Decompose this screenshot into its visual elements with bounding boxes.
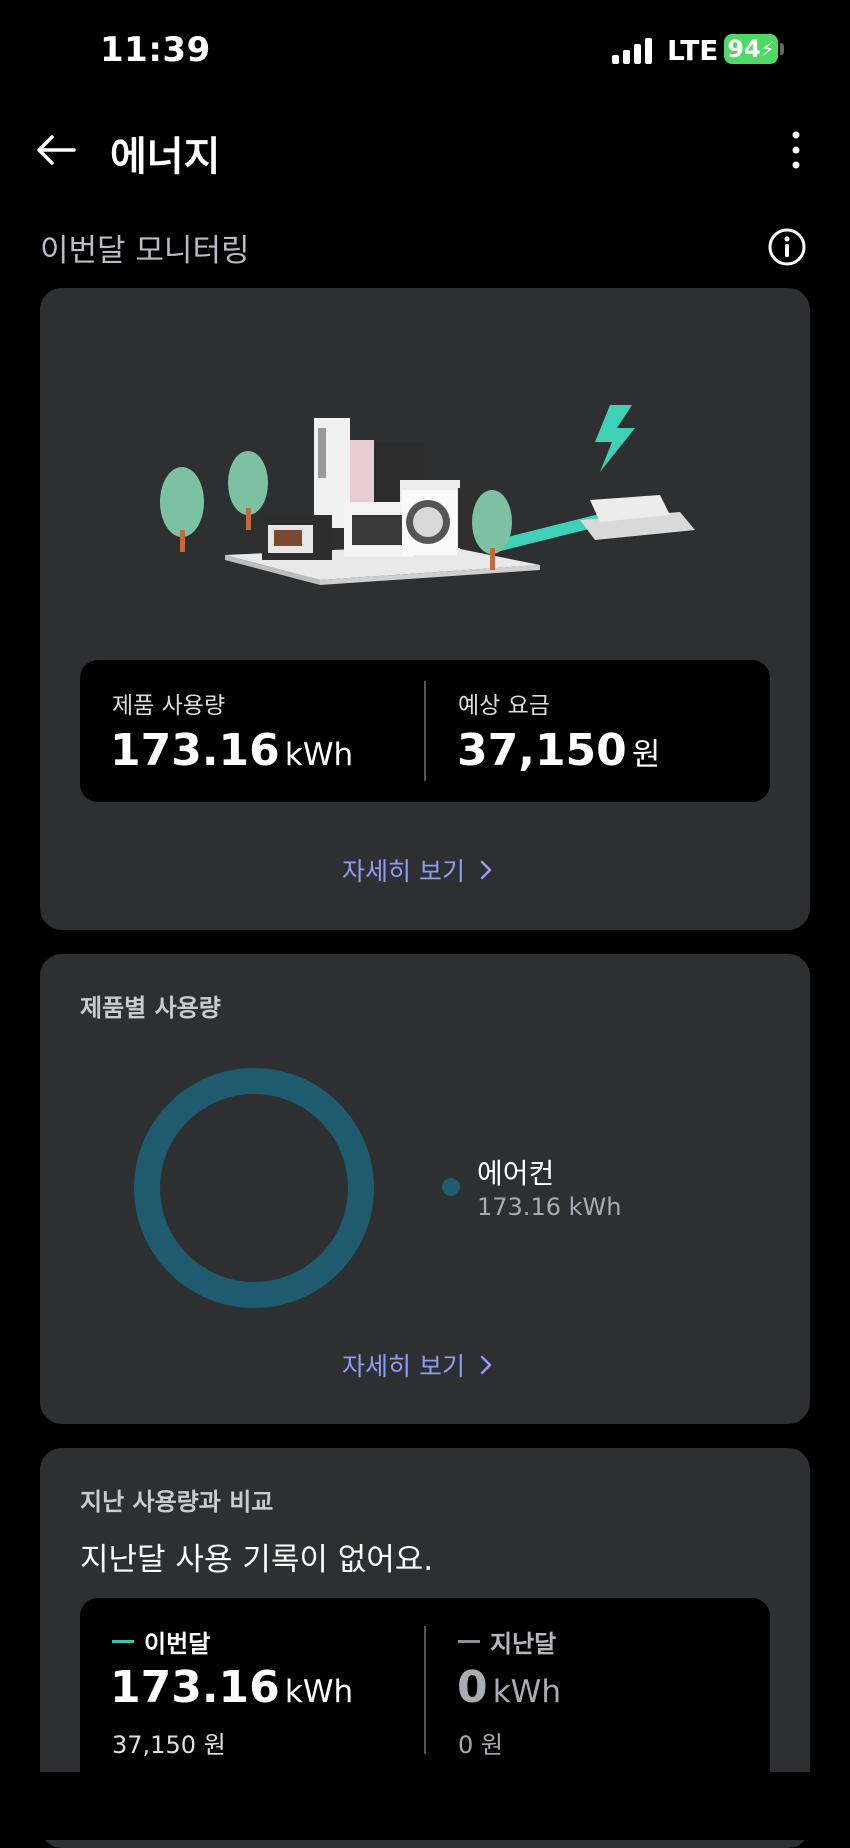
last-month-label: 지난달 xyxy=(490,1630,557,1658)
battery-icon: 94 ⚡ xyxy=(724,34,778,64)
legend-product-value: 173.16 kWh xyxy=(477,1193,622,1221)
status-time: 11:39 xyxy=(100,30,211,70)
product-detail-link[interactable]: 자세히 보기 xyxy=(342,1347,493,1383)
last-month-cost: 0 원 xyxy=(458,1731,503,1759)
last-month-legend: 지난달 xyxy=(458,1624,556,1659)
this-month-label: 이번달 xyxy=(144,1630,211,1658)
legend-color-dot xyxy=(442,1178,460,1196)
legend-product-name: 에어컨 xyxy=(477,1157,555,1190)
last-month-amount: 0 kWh xyxy=(457,1662,561,1713)
cost-value: 37,150 xyxy=(457,725,627,776)
monitoring-section-title: 이번달 모니터링 xyxy=(40,233,250,269)
appliances-illustration xyxy=(160,405,695,585)
info-icon[interactable] xyxy=(767,227,807,267)
signal-icon xyxy=(612,36,662,64)
network-type: LTE xyxy=(667,34,719,67)
battery-tip xyxy=(780,43,784,55)
cost-amount: 37,150 원 xyxy=(457,725,660,776)
chevron-right-icon xyxy=(480,860,492,880)
comparison-title: 지난 사용량과 비교 xyxy=(80,1488,274,1516)
this-month-line-icon xyxy=(112,1640,134,1643)
product-usage-title: 제품별 사용량 xyxy=(80,994,221,1022)
last-month-line-icon xyxy=(458,1640,480,1643)
comparison-message: 지난달 사용 기록이 없어요. xyxy=(80,1542,434,1578)
cost-label: 예상 요금 xyxy=(458,693,550,719)
last-month-value: 0 xyxy=(457,1662,488,1713)
bottom-bar xyxy=(0,1772,850,1840)
monitor-detail-link[interactable]: 자세히 보기 xyxy=(342,852,493,888)
usage-donut-chart xyxy=(134,1068,374,1308)
back-arrow-icon[interactable] xyxy=(34,128,78,172)
comparison-divider xyxy=(424,1626,426,1754)
cost-unit: 원 xyxy=(631,737,661,773)
usage-label: 제품 사용량 xyxy=(112,693,226,719)
this-month-value: 173.16 xyxy=(110,1662,280,1713)
this-month-cost: 37,150 원 xyxy=(112,1731,226,1759)
usage-unit: kWh xyxy=(284,737,354,773)
this-month-unit: kWh xyxy=(284,1674,354,1710)
battery-level: 94 xyxy=(727,35,761,63)
usage-value: 173.16 xyxy=(110,725,280,776)
more-options-icon[interactable] xyxy=(778,128,814,172)
usage-amount: 173.16 kWh xyxy=(110,725,353,776)
monitor-detail-label: 자세히 보기 xyxy=(342,857,465,886)
this-month-legend: 이번달 xyxy=(112,1624,210,1659)
last-month-unit: kWh xyxy=(492,1674,561,1710)
chevron-right-icon xyxy=(480,1355,492,1375)
page-title: 에너지 xyxy=(110,134,221,180)
summary-divider xyxy=(424,681,426,781)
product-detail-label: 자세히 보기 xyxy=(342,1352,465,1381)
this-month-amount: 173.16 kWh xyxy=(110,1662,353,1713)
